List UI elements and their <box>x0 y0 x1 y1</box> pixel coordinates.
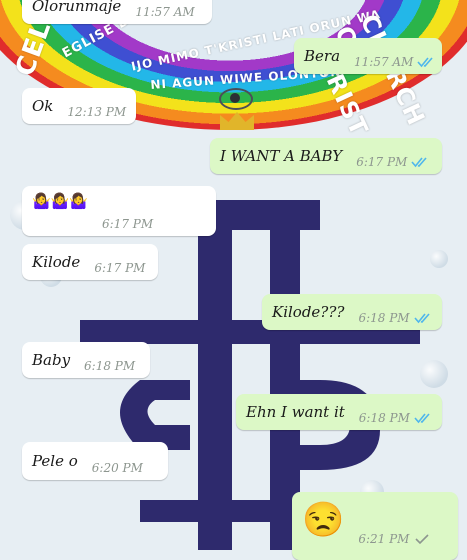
message-outgoing[interactable]: I WANT A BABY 6:17 PM <box>210 138 442 174</box>
message-meta: 6:21 PM <box>358 532 431 546</box>
message-text: Pele o <box>32 452 78 470</box>
message-text: Kilode <box>32 253 81 271</box>
message-incoming[interactable]: Olorunmaje 11:57 AM <box>22 0 212 24</box>
message-meta: 11:57 AM <box>135 5 194 19</box>
message-text: Kilode??? <box>272 303 345 321</box>
message-meta: 6:18 PM <box>84 359 135 373</box>
message-time: 6:18 PM <box>358 411 410 425</box>
message-text: Baby <box>32 351 71 369</box>
message-meta: 6:17 PM <box>102 217 153 231</box>
message-time: 6:17 PM <box>94 261 146 275</box>
message-incoming[interactable]: Ok 12:13 PM <box>22 88 136 124</box>
eye-emblem-icon <box>219 88 253 110</box>
message-text: Ok <box>32 97 54 115</box>
message-time: 11:57 AM <box>354 55 414 69</box>
message-time: 6:17 PM <box>356 155 408 169</box>
water-drop <box>430 250 448 268</box>
message-time: 6:21 PM <box>358 532 410 546</box>
message-emoji: 😒 <box>302 500 345 540</box>
message-outgoing[interactable]: Ehn I want it 6:18 PM <box>236 394 442 430</box>
message-incoming[interactable]: Pele o 6:20 PM <box>22 442 168 480</box>
message-text: Ehn I want it <box>246 403 345 421</box>
message-time: 6:18 PM <box>358 311 410 325</box>
message-emoji: 🤷‍♀️🤷‍♀️🤷‍♀️ <box>32 192 89 210</box>
message-outgoing[interactable]: Bera 11:57 AM <box>294 38 442 74</box>
read-double-check-icon <box>417 57 433 68</box>
message-meta: 12:13 PM <box>67 105 126 119</box>
message-meta: 6:20 PM <box>92 461 143 475</box>
message-text: Olorunmaje <box>32 0 122 15</box>
message-time: 12:13 PM <box>67 105 127 119</box>
message-meta: 6:17 PM <box>356 155 429 169</box>
message-text: I WANT A BABY <box>220 147 343 165</box>
water-drop <box>420 360 448 388</box>
message-meta: 6:18 PM <box>359 411 432 425</box>
read-double-check-icon <box>414 413 430 424</box>
message-incoming[interactable]: Baby 6:18 PM <box>22 342 150 378</box>
message-incoming[interactable]: Kilode 6:17 PM <box>22 244 158 280</box>
message-time: 6:18 PM <box>84 359 136 373</box>
message-meta: 6:17 PM <box>94 261 145 275</box>
read-double-check-icon <box>411 157 427 168</box>
message-incoming[interactable]: 🤷‍♀️🤷‍♀️🤷‍♀️ 6:17 PM <box>22 186 216 236</box>
delivered-check-icon <box>415 534 430 545</box>
message-outgoing[interactable]: Kilode??? 6:18 PM <box>262 294 442 330</box>
message-meta: 6:18 PM <box>358 311 431 325</box>
message-time: 11:57 AM <box>135 5 195 19</box>
message-text: Bera <box>304 47 341 65</box>
message-time: 6:17 PM <box>102 217 154 231</box>
read-double-check-icon <box>413 313 430 324</box>
message-time: 6:20 PM <box>91 461 143 475</box>
message-meta: 11:57 AM <box>354 55 435 69</box>
